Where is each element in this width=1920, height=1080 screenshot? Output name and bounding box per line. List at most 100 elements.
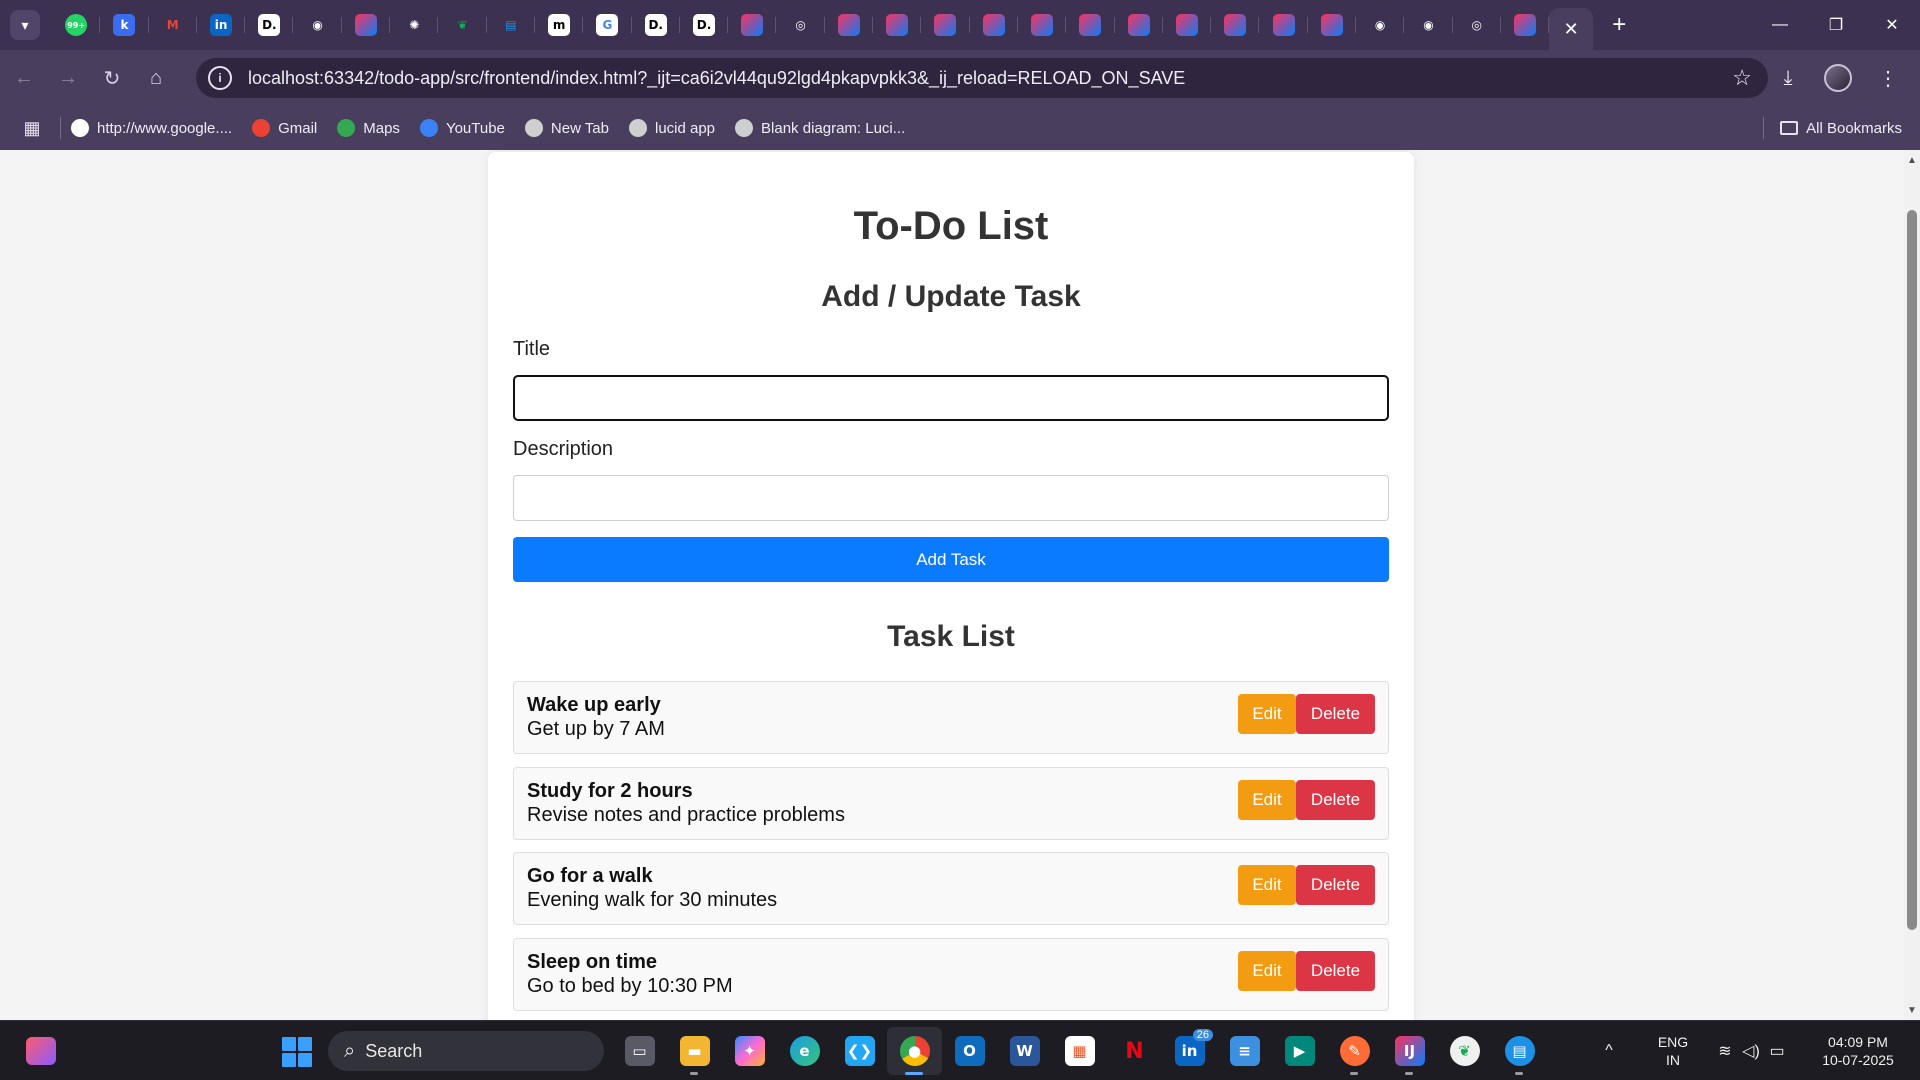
vscode-icon[interactable]: ❮❯ (832, 1027, 887, 1075)
browser-tab[interactable]: D. (632, 0, 681, 50)
wifi-icon[interactable]: ≋ (1712, 1041, 1738, 1061)
browser-tab[interactable]: M (149, 0, 198, 50)
browser-tab[interactable] (873, 0, 922, 50)
outlook-icon[interactable]: O (942, 1027, 997, 1075)
scrollbar-thumb[interactable] (1907, 210, 1917, 930)
edit-button[interactable]: Edit (1238, 780, 1296, 820)
browser-tab[interactable]: ✺ (390, 0, 439, 50)
browser-tab[interactable]: D. (680, 0, 729, 50)
volume-icon[interactable]: ◁) (1738, 1041, 1764, 1061)
chrome-icon[interactable]: ● (887, 1027, 942, 1075)
active-tab-close-icon[interactable]: ✕ (1549, 8, 1594, 50)
edit-button[interactable]: Edit (1238, 694, 1296, 734)
scroll-down-icon[interactable]: ▼ (1904, 1002, 1920, 1018)
reload-icon[interactable]: ↻ (92, 58, 132, 98)
microsoft-store-icon[interactable]: ▦ (1052, 1027, 1107, 1075)
widgets-icon[interactable] (26, 1037, 56, 1065)
netflix-icon[interactable]: N (1107, 1027, 1162, 1075)
browser-tab[interactable] (1308, 0, 1357, 50)
browser-tab[interactable] (1115, 0, 1164, 50)
bookmark-item[interactable]: Maps (337, 119, 400, 137)
notepad-icon[interactable]: ≡ (1217, 1027, 1272, 1075)
edit-button[interactable]: Edit (1238, 951, 1296, 991)
bookmark-item[interactable]: Blank diagram: Luci... (735, 119, 905, 137)
delete-button[interactable]: Delete (1296, 951, 1375, 991)
minimize-icon[interactable]: — (1752, 0, 1808, 50)
browser-tab[interactable]: ◉ (1356, 0, 1405, 50)
address-bar[interactable]: i localhost:63342/todo-app/src/frontend/… (196, 58, 1768, 98)
address-url[interactable]: localhost:63342/todo-app/src/frontend/in… (248, 68, 1185, 89)
delete-button[interactable]: Delete (1296, 865, 1375, 905)
menu-kebab-icon[interactable]: ⋮ (1870, 58, 1906, 98)
chrome-icon: ◎ (795, 18, 806, 32)
profile-avatar[interactable] (1820, 58, 1856, 98)
bookmark-item[interactable]: YouTube (419, 119, 505, 137)
language-indicator[interactable]: ENG IN (1650, 1033, 1696, 1069)
file-explorer-icon[interactable]: ▬ (667, 1027, 722, 1075)
browser-tab[interactable]: ◎ (1453, 0, 1502, 50)
title-input[interactable] (513, 375, 1389, 421)
delete-button[interactable]: Delete (1296, 780, 1375, 820)
browser-tab[interactable]: ◉ (1404, 0, 1453, 50)
bookmark-item[interactable]: lucid app (628, 119, 715, 137)
scroll-up-icon[interactable]: ▲ (1904, 152, 1920, 168)
add-task-button[interactable]: Add Task (513, 537, 1389, 582)
all-bookmarks-button[interactable]: All Bookmarks (1763, 106, 1902, 150)
browser-tab[interactable]: k (100, 0, 149, 50)
bookmark-item[interactable]: Gmail (252, 119, 317, 137)
restore-icon[interactable]: ❐ (1808, 0, 1864, 50)
home-icon[interactable]: ⌂ (136, 58, 176, 98)
bookmark-item[interactable]: New Tab (524, 119, 609, 137)
bookmark-star-icon[interactable]: ☆ (1732, 65, 1752, 91)
task-view-icon[interactable]: ▭ (612, 1027, 667, 1075)
edit-button[interactable]: Edit (1238, 865, 1296, 905)
browser-tab[interactable]: ◎ (776, 0, 826, 50)
docker-icon[interactable]: ▤ (1492, 1027, 1547, 1075)
browser-tab[interactable] (1066, 0, 1115, 50)
mongodb-compass-icon[interactable]: ❦ (1437, 1027, 1492, 1075)
browser-tab[interactable] (728, 0, 777, 50)
linkedin-badge: 26 (1192, 1029, 1213, 1041)
browser-tab[interactable] (1259, 0, 1309, 50)
intellij-icon[interactable]: IJ (1382, 1027, 1437, 1075)
browser-tab[interactable]: ◉ (293, 0, 343, 50)
linkedin-icon[interactable]: in 26 (1162, 1027, 1217, 1075)
page-scrollbar[interactable]: ▲ ▼ (1904, 150, 1920, 1020)
google-meet-icon[interactable]: ▶ (1272, 1027, 1327, 1075)
postman-icon[interactable]: ✎ (1327, 1027, 1382, 1075)
browser-tab[interactable]: D. (245, 0, 294, 50)
browser-tab[interactable] (970, 0, 1019, 50)
new-tab-button[interactable]: + (1599, 5, 1639, 45)
delete-button[interactable]: Delete (1296, 694, 1375, 734)
close-window-icon[interactable]: ✕ (1864, 0, 1920, 50)
browser-tab[interactable]: in (197, 0, 246, 50)
show-hidden-icons-chevron-icon[interactable]: ^ (1592, 1042, 1626, 1060)
browser-tab[interactable]: m (535, 0, 584, 50)
browser-tab[interactable]: G (583, 0, 632, 50)
description-input[interactable] (513, 475, 1389, 521)
apps-grid-icon[interactable]: ▦ (10, 110, 54, 146)
browser-tab[interactable] (342, 0, 391, 50)
browser-tab[interactable] (1211, 0, 1260, 50)
browser-tab[interactable] (1018, 0, 1067, 50)
tab-search-icon[interactable]: ▾ (10, 10, 40, 40)
bookmark-item[interactable]: http://www.google.... (71, 119, 232, 137)
edge-icon[interactable]: e (777, 1027, 832, 1075)
browser-tab[interactable] (1163, 0, 1212, 50)
back-icon[interactable]: ← (4, 58, 44, 98)
browser-tab[interactable] (825, 0, 874, 50)
clock[interactable]: 04:09 PM 10-07-2025 (1804, 1033, 1912, 1069)
browser-tab[interactable] (921, 0, 970, 50)
word-icon[interactable]: W (997, 1027, 1052, 1075)
browser-tab[interactable] (1501, 0, 1550, 50)
site-info-icon[interactable]: i (208, 66, 232, 90)
forward-icon[interactable]: → (48, 58, 88, 98)
battery-icon[interactable]: ▭ (1764, 1041, 1790, 1061)
taskbar-search[interactable]: ⌕ Search (328, 1031, 604, 1071)
copilot-icon[interactable]: ✦ (722, 1027, 777, 1075)
browser-tab[interactable]: 99+ (52, 0, 101, 50)
browser-tab[interactable]: ❦ (438, 0, 487, 50)
start-button[interactable] (282, 1037, 312, 1067)
browser-tab[interactable]: ▤ (487, 0, 536, 50)
download-icon[interactable]: ⤓ (1770, 58, 1806, 98)
